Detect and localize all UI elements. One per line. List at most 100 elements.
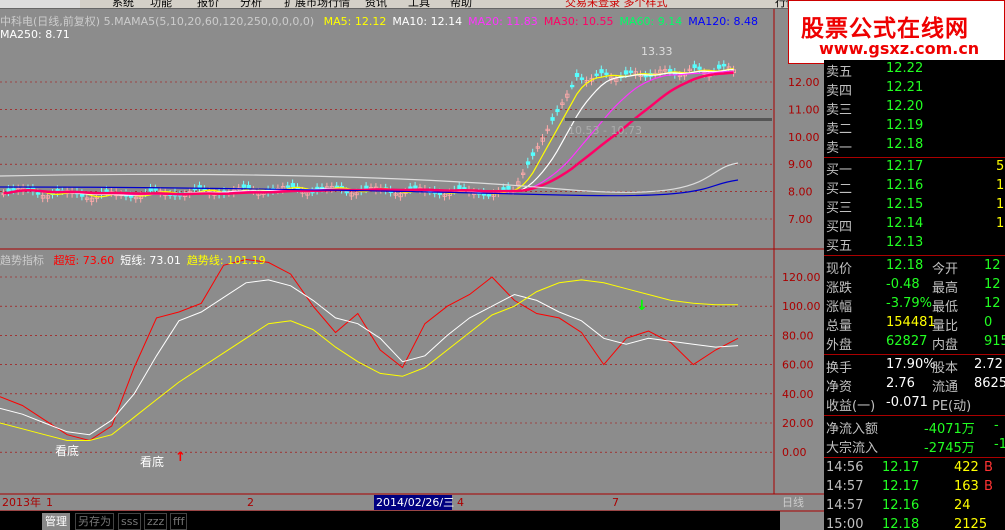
menu-news[interactable]: 资讯 — [365, 0, 387, 8]
stat-value: 154481 — [886, 315, 936, 330]
tab-zzz[interactable]: zzz — [144, 513, 168, 530]
price-tick-label: 8.00 — [788, 186, 813, 199]
indicator-tick-label: 0.00 — [782, 446, 807, 459]
sell-row: 卖三 12.20 — [824, 99, 1005, 120]
stat-row: 涨幅 -3.79% 最低 12 — [824, 296, 1005, 317]
indicator-legend-item: 超短: 73.60 — [53, 254, 115, 267]
menu-function[interactable]: 功能 — [150, 0, 172, 8]
candle-body — [290, 183, 296, 188]
menu-help[interactable]: 帮助 — [450, 0, 472, 8]
axis-label: 7 — [612, 496, 619, 509]
candle-body — [570, 84, 575, 88]
stat-value: 915 — [984, 334, 1005, 349]
flow-value: -2745万 — [924, 441, 975, 456]
candle-body — [579, 77, 585, 80]
high-annotation: 13.33 — [641, 45, 673, 58]
tab-save-as[interactable]: 另存为 — [75, 513, 114, 530]
stat-label: 涨跌 — [826, 281, 853, 296]
menu-tools[interactable]: 工具 — [408, 0, 430, 8]
stat-row: 涨跌 -0.48 最高 12 — [824, 277, 1005, 298]
buy-label: 买一 — [826, 163, 853, 178]
stat-label: 收益(一) — [826, 399, 876, 414]
sub-chart-header: 趋势指标 超短: 73.60 短线: 73.01 趋势线: 101.19 — [0, 252, 266, 268]
tick-volume: 422 — [954, 460, 979, 475]
watermark-banner: 股票公式在线网 www.gsxz.com.cn — [788, 0, 1005, 64]
watermark-title: 股票公式在线网 — [801, 16, 969, 42]
cursor-date: 2014/02/26/三 — [376, 496, 454, 509]
candle-body — [148, 187, 153, 192]
range-band — [565, 118, 772, 121]
quote-panel: 卖五 12.22 卖四 12.21 卖三 12.20 卖二 12.19 卖一 12.18 买一 12.… — [824, 60, 1005, 530]
stat-label: 最低 — [932, 300, 959, 315]
tab-fff[interactable]: fff — [170, 513, 188, 530]
chart-area[interactable]: 12.0011.0010.009.008.007.00120.00100.008… — [0, 9, 824, 530]
buy-price: 12.16 — [886, 178, 924, 193]
stat-value: 62827 — [886, 334, 928, 349]
indicator-tick-label: 60.00 — [782, 359, 814, 372]
tick-time: 14:57 — [826, 498, 864, 513]
indicator-tick-label: 120.00 — [782, 271, 821, 284]
indicator-legend-item: 短线: 73.01 — [120, 254, 181, 267]
stat-value: -0.48 — [886, 277, 920, 292]
stat-row: 换手 17.90% 股本 2.72 — [824, 357, 1005, 378]
stat-value: -0.071 — [886, 395, 928, 410]
candle-body — [530, 152, 536, 156]
candle-body — [604, 72, 609, 75]
stat-label: 今开 — [932, 262, 959, 277]
bottom-tab-bar: 管理 另存为 sss zzz fff — [0, 511, 780, 530]
sell-row: 卖五 12.22 — [824, 61, 1005, 82]
sub-indicator-name: 趋势指标 — [0, 254, 44, 267]
tick-row: 15:00 12.18 2125 — [824, 517, 1005, 530]
broker-logo — [0, 0, 80, 8]
period-label[interactable]: 日线 — [782, 495, 804, 509]
candle-body — [462, 187, 467, 190]
stat-label: 净资 — [826, 380, 853, 395]
flow-value: -4071万 — [924, 422, 975, 437]
tick-time: 15:00 — [826, 517, 864, 530]
sell-label: 卖四 — [826, 84, 853, 99]
bottom-signal-label: 看底 — [55, 443, 79, 458]
buy-volume: 5 — [996, 159, 1005, 174]
stat-label: 最高 — [932, 281, 959, 296]
buy-price: 12.13 — [886, 235, 924, 250]
stat-label: 股本 — [932, 361, 959, 376]
price-tick-label: 11.00 — [788, 103, 820, 116]
main-chart-header: 中科电(日线,前复权) 5.MAMA5(5,10,20,60,120,250,0… — [0, 13, 758, 29]
menu-analysis[interactable]: 分析 — [240, 0, 262, 8]
candle-body — [501, 187, 506, 191]
buy-volume: 1 — [996, 197, 1005, 212]
flow-row: 大宗流入 -2745万 -1 — [824, 437, 1005, 458]
sell-price: 12.19 — [886, 118, 924, 133]
trade-notice: 交易未登录 多个样式 — [565, 0, 668, 9]
buy-label: 买四 — [826, 220, 853, 235]
menu-quote[interactable]: 报价 — [197, 0, 219, 8]
stat-label: 量比 — [932, 319, 959, 334]
ma-legend-item: MA120: 8.48 — [688, 15, 758, 28]
indicator-tick-label: 40.00 — [782, 388, 814, 401]
tab-sss[interactable]: sss — [118, 513, 142, 530]
stock-title: 中科电(日线,前复权) — [0, 15, 101, 28]
divider — [824, 255, 1005, 256]
tick-row: 14:57 12.17 163 B — [824, 479, 1005, 500]
tab-manage[interactable]: 管理 — [42, 513, 70, 530]
stat-label: 换手 — [826, 361, 853, 376]
candle-body — [692, 64, 697, 69]
stat-label: 外盘 — [826, 338, 853, 353]
menu-extended-market[interactable]: 扩展市场行情 — [284, 0, 350, 8]
candle-body — [344, 190, 349, 194]
menu-system[interactable]: 系统 — [112, 0, 134, 8]
stat-value: 12 — [984, 258, 1001, 273]
candle-body — [697, 66, 702, 70]
tick-row: 14:57 12.16 24 — [824, 498, 1005, 519]
buy-row: 买二 12.16 1 — [824, 178, 1005, 199]
watermark-url: www.gsxz.com.cn — [819, 39, 980, 58]
candle-body — [574, 73, 580, 77]
flow-row: 净流入额 -4071万 - — [824, 418, 1005, 439]
indicator-tick-label: 20.00 — [782, 417, 814, 430]
sell-price: 12.21 — [886, 80, 924, 95]
divider — [824, 354, 1005, 355]
bottom-signal-label: 看底 — [140, 454, 164, 469]
axis-label: 1 — [46, 496, 53, 509]
ma-legend-item: MA5: 12.12 — [323, 15, 387, 28]
buy-label: 买二 — [826, 182, 853, 197]
